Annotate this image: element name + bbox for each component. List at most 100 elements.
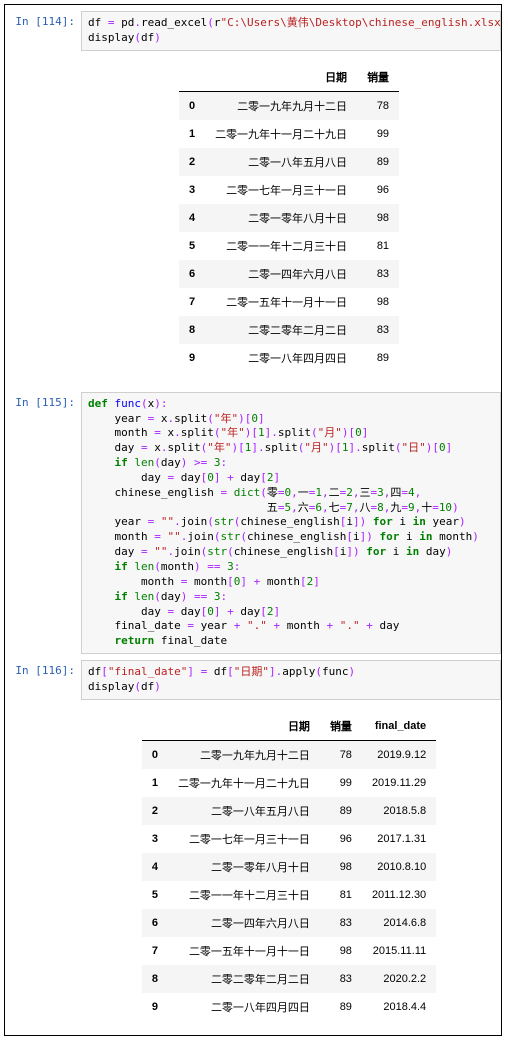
code-token: 3 [214, 590, 221, 603]
code-input-115[interactable]: def func(x): year = x.split("年")[0] mont… [81, 392, 501, 654]
table-cell: 78 [320, 740, 362, 769]
code-token: 0 [207, 471, 214, 484]
code-token: len [134, 590, 154, 603]
table-row: 5二零一一年十二月三十日81 [179, 232, 399, 260]
code-token: month [432, 530, 472, 543]
table-column-header: 日期 [205, 63, 357, 92]
code-token: day [234, 471, 261, 484]
table-row: 5二零一一年十二月三十日812011.12.30 [142, 881, 436, 909]
code-token: x [161, 426, 174, 439]
table-index-header [142, 712, 168, 741]
code-token: chinese_english [88, 486, 220, 499]
code-token: 1 [315, 486, 322, 499]
table-cell: 98 [357, 204, 399, 232]
code-token: "" [154, 545, 167, 558]
code-token: if [115, 590, 128, 603]
table-index-header [179, 63, 205, 92]
code-token [227, 486, 234, 499]
code-token: in [406, 545, 419, 558]
code-token: in [419, 530, 432, 543]
code-token: 9 [408, 501, 415, 514]
table-cell: 二零二零年二月二日 [168, 965, 320, 993]
code-token: : [221, 590, 228, 603]
table-cell: 89 [357, 344, 399, 372]
table-cell: 二零一九年九月十二日 [205, 91, 357, 120]
table-cell: 二零一八年四月四日 [168, 993, 320, 1021]
code-token: i [386, 545, 406, 558]
code-token: chinese_english [240, 515, 339, 528]
code-token: : [221, 456, 228, 469]
table-row-index: 8 [142, 965, 168, 993]
code-token: df [141, 31, 154, 44]
table-row: 6二零一四年六月八日832014.6.8 [142, 909, 436, 937]
code-token: [ [335, 441, 342, 454]
table-cell: 2019.11.29 [362, 769, 436, 797]
code-token: "月" [304, 441, 328, 454]
cell-115: In [115]: def func(x): year = x.split("年… [5, 392, 501, 654]
code-input-116[interactable]: df["final_date"] = df["日期"].apply(func) … [81, 660, 501, 700]
code-token: [ [300, 575, 307, 588]
code-token: def [88, 397, 108, 410]
code-token: = [141, 441, 148, 454]
code-token: ] [251, 441, 258, 454]
table-row-index: 5 [142, 881, 168, 909]
code-token: 四 [390, 486, 401, 499]
table-row: 1二零一九年十一月二十九日99 [179, 120, 399, 148]
code-token: if [115, 560, 128, 573]
code-token: : [234, 560, 241, 573]
code-token: "月" [318, 426, 342, 439]
code-token [247, 575, 254, 588]
code-token: 3 [227, 560, 234, 573]
code-token: = [187, 619, 194, 632]
code-token: day [88, 441, 141, 454]
table-row-index: 4 [179, 204, 205, 232]
code-input-114[interactable]: df = pd.read_excel(r"C:\Users\黄伟\Desktop… [81, 11, 501, 51]
code-token: x [148, 441, 161, 454]
code-114: df = pd.read_excel(r"C:\Users\黄伟\Desktop… [88, 16, 494, 46]
code-token: ] [273, 605, 280, 618]
code-token [88, 590, 115, 603]
code-token: x [154, 412, 167, 425]
code-token: 7 [346, 501, 353, 514]
code-token: 五 [88, 501, 278, 514]
code-token: read_excel [141, 16, 207, 29]
code-token: , [322, 486, 329, 499]
table-row: 9二零一八年四月四日892018.4.4 [142, 993, 436, 1021]
code-token: ] [353, 515, 360, 528]
code-token [154, 515, 161, 528]
table-row: 8二零二零年二月二日83 [179, 316, 399, 344]
code-token: if [115, 456, 128, 469]
code-token: apply [282, 665, 315, 678]
code-token: func [115, 397, 142, 410]
table-cell: 83 [320, 909, 362, 937]
code-token: month [260, 575, 300, 588]
code-token: year [426, 515, 459, 528]
code-token: ( [315, 665, 322, 678]
table-column-header: 销量 [320, 712, 362, 741]
code-token: i [399, 530, 419, 543]
table-cell: 81 [320, 881, 362, 909]
code-token [187, 456, 194, 469]
table-cell: 89 [320, 797, 362, 825]
table-cell: 2015.11.11 [362, 937, 436, 965]
table-column-header: 日期 [168, 712, 320, 741]
code-token: 6 [315, 501, 322, 514]
table-cell: 二零一一年十二月三十日 [168, 881, 320, 909]
code-token: [ [227, 575, 234, 588]
code-token: i [346, 515, 353, 528]
code-token: "." [340, 619, 360, 632]
table-row: 6二零一四年六月八日83 [179, 260, 399, 288]
table-cell: 2018.5.8 [362, 797, 436, 825]
code-token: == [207, 560, 220, 573]
code-token: str [220, 530, 240, 543]
code-token: 0 [355, 426, 362, 439]
code-token: ( [260, 486, 267, 499]
table-row: 7二零一五年十一月十一日98 [179, 288, 399, 316]
code-token: 十 [421, 501, 432, 514]
code-token [108, 397, 115, 410]
table-cell: 二零一四年六月八日 [205, 260, 357, 288]
code-token: 3 [214, 456, 221, 469]
code-token: year [194, 619, 234, 632]
code-token: month [161, 560, 194, 573]
code-token: i [393, 515, 413, 528]
